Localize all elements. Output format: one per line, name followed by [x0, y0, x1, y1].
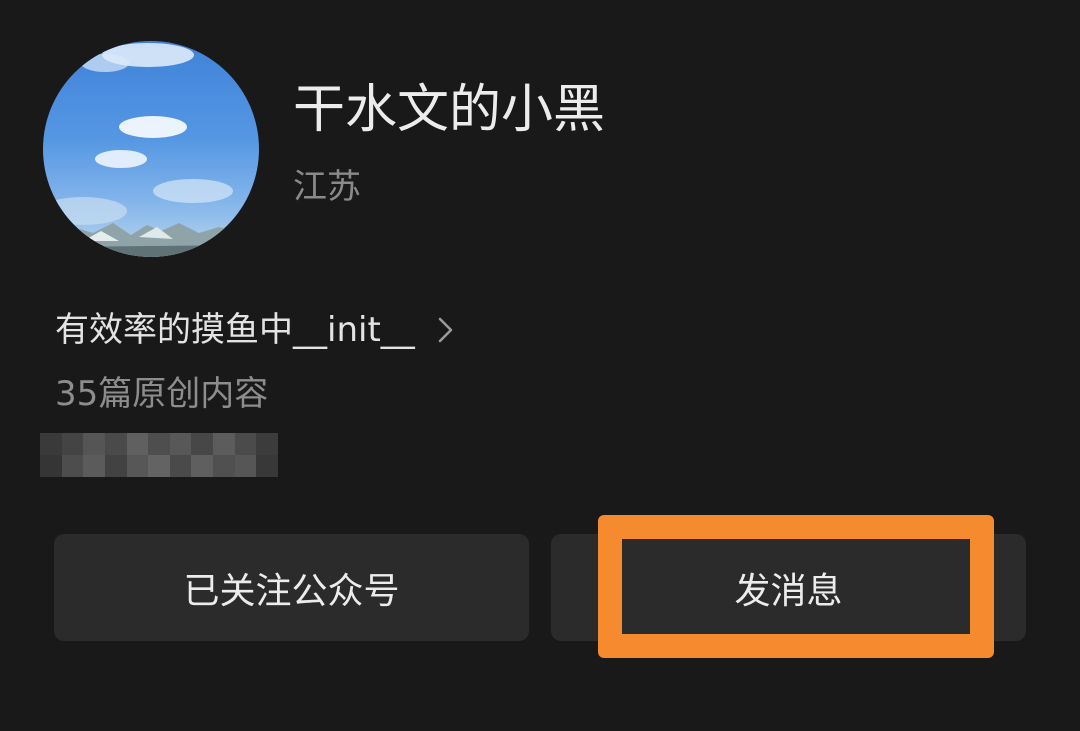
- original-content-count: 35篇原创内容: [55, 374, 269, 414]
- chevron-right-icon: [435, 315, 457, 345]
- send-message-button[interactable]: [551, 534, 1026, 641]
- profile-name: 干水文的小黑: [293, 80, 606, 140]
- followed-account-label: 已关注公众号: [183, 570, 400, 612]
- redacted-text: [40, 433, 278, 477]
- avatar-image: [43, 43, 259, 257]
- profile-region: 江苏: [293, 167, 361, 207]
- followed-account-button[interactable]: 已关注公众号: [54, 534, 529, 641]
- profile-signature: 有效率的摸鱼中__init__: [55, 310, 415, 350]
- avatar[interactable]: [43, 41, 259, 257]
- signature-link[interactable]: 有效率的摸鱼中__init__: [55, 306, 457, 354]
